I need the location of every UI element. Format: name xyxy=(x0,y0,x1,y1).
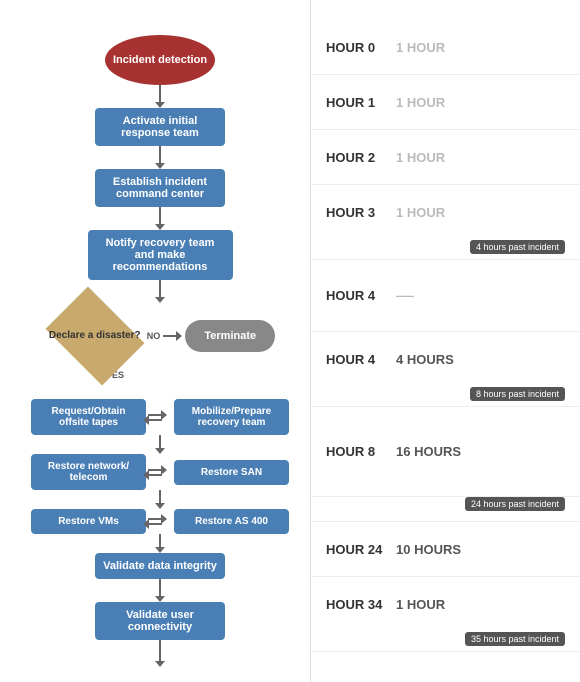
flow-node-validate-data: Validate data integrity xyxy=(10,553,310,579)
node-notify-recovery: Notify recovery team and make recommenda… xyxy=(88,230,233,280)
flow-node-activate: Activate initial response team xyxy=(10,108,310,146)
timeline-row-1: HOUR 1 1 HOUR xyxy=(311,75,580,130)
arrow-right-3 xyxy=(148,518,162,520)
no-arrow xyxy=(163,335,177,337)
hour-label-34: HOUR 34 xyxy=(326,597,396,612)
node-incident-detection: Incident detection xyxy=(105,35,215,85)
timeline-row-34-container: HOUR 34 1 HOUR 35 hours past incident xyxy=(311,577,580,652)
page: Incident detection Activate initial resp… xyxy=(0,0,580,682)
node-restore-san: Restore SAN xyxy=(174,460,289,485)
duration-24: 10 HOURS xyxy=(396,542,461,557)
dual-arrows-1 xyxy=(148,414,162,421)
timeline-row-0: HOUR 0 1 HOUR xyxy=(311,20,580,75)
node-validate-data: Validate data integrity xyxy=(95,553,225,579)
arrow-left-1 xyxy=(148,419,162,421)
node-establish-command: Establish incident command center xyxy=(95,169,225,207)
flow-wrapper: Incident detection Activate initial resp… xyxy=(10,20,310,662)
node-activate-response: Activate initial response team xyxy=(95,108,225,146)
node-declare-disaster: Declare a disaster? xyxy=(45,303,145,368)
duration-3: 1 HOUR xyxy=(396,205,445,220)
arrow-left-3 xyxy=(148,523,162,525)
badge-row-4: 8 hours past incident xyxy=(311,387,580,406)
timeline-area: HOUR 0 1 HOUR HOUR 1 1 HOUR HOUR 2 1 HOU… xyxy=(310,0,580,682)
duration-8: 16 HOURS xyxy=(396,444,461,459)
hour-label-4a: HOUR 4 xyxy=(326,288,396,303)
node-terminate: Terminate xyxy=(185,320,275,352)
hour-label-0: HOUR 0 xyxy=(326,40,396,55)
flowchart-area: Incident detection Activate initial resp… xyxy=(0,0,310,682)
timeline-row-2: HOUR 2 1 HOUR xyxy=(311,130,580,185)
hour-label-2: HOUR 2 xyxy=(326,150,396,165)
badge-row-35: 35 hours past incident xyxy=(311,632,580,651)
duration-2: 1 HOUR xyxy=(396,150,445,165)
hour-label-8: HOUR 8 xyxy=(326,444,396,459)
arrow-10 xyxy=(159,640,161,662)
hour-label-24: HOUR 24 xyxy=(326,542,396,557)
no-branch: NO Terminate xyxy=(147,320,276,352)
badge-24: 24 hours past incident xyxy=(465,497,565,511)
arrow-7 xyxy=(159,490,161,504)
dual-nodes-row3: Restore VMs Restore AS 400 xyxy=(10,509,310,534)
flow-node-establish: Establish incident command center xyxy=(10,169,310,207)
dual-nodes-row2: Restore network/ telecom Restore SAN xyxy=(10,454,310,490)
timeline-row-4-terminate: HOUR 4 — xyxy=(311,260,580,332)
flow-node-validate-user: Validate user connectivity xyxy=(10,602,310,640)
arrow-6 xyxy=(159,435,161,449)
timeline-row-24: HOUR 24 10 HOURS xyxy=(311,522,580,577)
badge-4: 8 hours past incident xyxy=(470,387,565,401)
hour-label-4b: HOUR 4 xyxy=(326,352,396,367)
arrow-8 xyxy=(159,534,161,548)
node-validate-user: Validate user connectivity xyxy=(95,602,225,640)
no-label: NO xyxy=(147,331,161,341)
hour-label-3: HOUR 3 xyxy=(326,205,396,220)
node-mobilize-prepare: Mobilize/Prepare recovery team xyxy=(174,399,289,435)
timeline-row-34: HOUR 34 1 HOUR xyxy=(311,577,580,632)
dual-nodes-row1: Request/Obtain offsite tapes Mobilize/Pr… xyxy=(10,399,310,435)
arrow-right-1 xyxy=(148,414,162,416)
arrow-right-2 xyxy=(148,469,162,471)
hour-label-1: HOUR 1 xyxy=(326,95,396,110)
node-restore-vms: Restore VMs xyxy=(31,509,146,534)
badge-35: 35 hours past incident xyxy=(465,632,565,646)
arrow-2 xyxy=(159,146,161,164)
timeline-row-3: HOUR 3 1 HOUR xyxy=(311,185,580,240)
timeline-row-3-container: HOUR 3 1 HOUR 4 hours past incident xyxy=(311,185,580,260)
duration-34: 1 HOUR xyxy=(396,597,445,612)
duration-1: 1 HOUR xyxy=(396,95,445,110)
timeline-row-8: HOUR 8 16 HOURS xyxy=(311,407,580,497)
flow-node-incident: Incident detection xyxy=(10,35,310,85)
badge-3: 4 hours past incident xyxy=(470,240,565,254)
node-request-obtain: Request/Obtain offsite tapes xyxy=(31,399,146,435)
badge-row-3: 4 hours past incident xyxy=(311,240,580,259)
flow-node-notify: Notify recovery team and make recommenda… xyxy=(10,230,310,280)
arrow-left-2 xyxy=(148,474,162,476)
node-restore-as400: Restore AS 400 xyxy=(174,509,289,534)
arrow-4 xyxy=(159,280,161,298)
duration-4a: — xyxy=(396,285,414,306)
arrow-1 xyxy=(159,85,161,103)
node-restore-network: Restore network/ telecom xyxy=(31,454,146,490)
dual-arrows-3 xyxy=(148,518,162,525)
duration-4b: 4 HOURS xyxy=(396,352,454,367)
dual-arrows-2 xyxy=(148,469,162,476)
arrow-3 xyxy=(159,207,161,225)
duration-0: 1 HOUR xyxy=(396,40,445,55)
badge-row-24-container: 24 hours past incident xyxy=(311,497,580,522)
timeline-row-4-container: HOUR 4 4 HOURS 8 hours past incident xyxy=(311,332,580,407)
arrow-9 xyxy=(159,579,161,597)
timeline-row-4b: HOUR 4 4 HOURS xyxy=(311,332,580,387)
diamond-text: Declare a disaster? xyxy=(49,329,141,342)
badge-row-24: 24 hours past incident xyxy=(311,497,580,516)
